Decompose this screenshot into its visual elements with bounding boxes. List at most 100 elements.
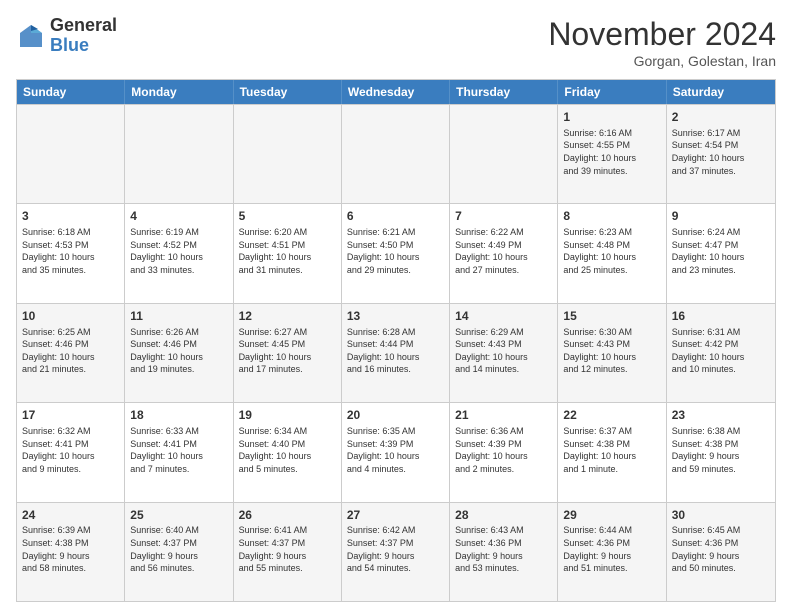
day-info-line: and 27 minutes. <box>455 264 552 277</box>
day-info-line: and 9 minutes. <box>22 463 119 476</box>
calendar-cell: 21Sunrise: 6:36 AMSunset: 4:39 PMDayligh… <box>450 403 558 501</box>
logo-icon <box>16 21 46 51</box>
day-info-line: Sunset: 4:54 PM <box>672 139 770 152</box>
day-info-line: Sunset: 4:41 PM <box>130 438 227 451</box>
calendar-cell: 10Sunrise: 6:25 AMSunset: 4:46 PMDayligh… <box>17 304 125 402</box>
day-info-line: Sunrise: 6:36 AM <box>455 425 552 438</box>
day-number: 22 <box>563 407 660 424</box>
day-info-line: Sunset: 4:36 PM <box>672 537 770 550</box>
day-info-line: and 10 minutes. <box>672 363 770 376</box>
day-info-line: Sunrise: 6:38 AM <box>672 425 770 438</box>
day-info-line: Daylight: 10 hours <box>347 251 444 264</box>
calendar-cell: 18Sunrise: 6:33 AMSunset: 4:41 PMDayligh… <box>125 403 233 501</box>
calendar-cell: 25Sunrise: 6:40 AMSunset: 4:37 PMDayligh… <box>125 503 233 601</box>
day-number: 8 <box>563 208 660 225</box>
day-info-line: and 1 minute. <box>563 463 660 476</box>
day-info-line: and 50 minutes. <box>672 562 770 575</box>
day-info-line: Daylight: 10 hours <box>22 351 119 364</box>
day-info-line: and 16 minutes. <box>347 363 444 376</box>
day-info-line: Sunrise: 6:22 AM <box>455 226 552 239</box>
calendar-cell: 6Sunrise: 6:21 AMSunset: 4:50 PMDaylight… <box>342 204 450 302</box>
day-info-line: Sunrise: 6:17 AM <box>672 127 770 140</box>
calendar-cell: 15Sunrise: 6:30 AMSunset: 4:43 PMDayligh… <box>558 304 666 402</box>
day-number: 11 <box>130 308 227 325</box>
day-number: 13 <box>347 308 444 325</box>
day-number: 12 <box>239 308 336 325</box>
day-info-line: Sunrise: 6:35 AM <box>347 425 444 438</box>
day-info-line: Daylight: 10 hours <box>455 450 552 463</box>
day-info-line: Sunset: 4:51 PM <box>239 239 336 252</box>
day-info-line: Sunrise: 6:37 AM <box>563 425 660 438</box>
calendar-row-1: 1Sunrise: 6:16 AMSunset: 4:55 PMDaylight… <box>17 104 775 203</box>
calendar-body: 1Sunrise: 6:16 AMSunset: 4:55 PMDaylight… <box>17 104 775 601</box>
day-info-line: Sunrise: 6:39 AM <box>22 524 119 537</box>
day-info-line: Sunset: 4:43 PM <box>455 338 552 351</box>
day-info-line: Sunset: 4:37 PM <box>130 537 227 550</box>
day-info-line: and 4 minutes. <box>347 463 444 476</box>
day-info-line: Sunset: 4:39 PM <box>347 438 444 451</box>
month-title: November 2024 <box>548 16 776 53</box>
header: General Blue November 2024 Gorgan, Goles… <box>16 16 776 69</box>
day-info-line: Sunrise: 6:18 AM <box>22 226 119 239</box>
calendar-cell: 11Sunrise: 6:26 AMSunset: 4:46 PMDayligh… <box>125 304 233 402</box>
day-info-line: Sunset: 4:47 PM <box>672 239 770 252</box>
day-info-line: Sunset: 4:44 PM <box>347 338 444 351</box>
calendar-cell: 22Sunrise: 6:37 AMSunset: 4:38 PMDayligh… <box>558 403 666 501</box>
day-info-line: Daylight: 10 hours <box>347 351 444 364</box>
day-info-line: and 37 minutes. <box>672 165 770 178</box>
day-info-line: Sunset: 4:45 PM <box>239 338 336 351</box>
logo: General Blue <box>16 16 117 56</box>
day-number: 27 <box>347 507 444 524</box>
calendar-cell <box>234 105 342 203</box>
day-info-line: Sunrise: 6:40 AM <box>130 524 227 537</box>
day-number: 29 <box>563 507 660 524</box>
day-info-line: and 25 minutes. <box>563 264 660 277</box>
day-info-line: and 39 minutes. <box>563 165 660 178</box>
day-info-line: Daylight: 10 hours <box>239 450 336 463</box>
day-info-line: Sunrise: 6:30 AM <box>563 326 660 339</box>
weekday-header-sunday: Sunday <box>17 80 125 104</box>
day-info-line: and 23 minutes. <box>672 264 770 277</box>
calendar-cell: 28Sunrise: 6:43 AMSunset: 4:36 PMDayligh… <box>450 503 558 601</box>
calendar-cell <box>17 105 125 203</box>
day-info-line: Sunrise: 6:28 AM <box>347 326 444 339</box>
day-info-line: Daylight: 10 hours <box>455 351 552 364</box>
day-info-line: and 58 minutes. <box>22 562 119 575</box>
day-number: 10 <box>22 308 119 325</box>
title-block: November 2024 Gorgan, Golestan, Iran <box>548 16 776 69</box>
logo-general-text: General <box>50 16 117 36</box>
weekday-header-tuesday: Tuesday <box>234 80 342 104</box>
day-info-line: and 21 minutes. <box>22 363 119 376</box>
day-info-line: and 53 minutes. <box>455 562 552 575</box>
day-info-line: Daylight: 10 hours <box>347 450 444 463</box>
weekday-header-saturday: Saturday <box>667 80 775 104</box>
calendar-cell: 19Sunrise: 6:34 AMSunset: 4:40 PMDayligh… <box>234 403 342 501</box>
calendar-row-4: 17Sunrise: 6:32 AMSunset: 4:41 PMDayligh… <box>17 402 775 501</box>
day-info-line: and 14 minutes. <box>455 363 552 376</box>
day-info-line: and 17 minutes. <box>239 363 336 376</box>
day-info-line: Daylight: 9 hours <box>455 550 552 563</box>
day-info-line: Sunset: 4:39 PM <box>455 438 552 451</box>
day-info-line: Daylight: 10 hours <box>563 152 660 165</box>
day-info-line: Sunset: 4:36 PM <box>455 537 552 550</box>
day-info-line: and 33 minutes. <box>130 264 227 277</box>
day-number: 5 <box>239 208 336 225</box>
calendar-header: SundayMondayTuesdayWednesdayThursdayFrid… <box>17 80 775 104</box>
day-info-line: Sunrise: 6:34 AM <box>239 425 336 438</box>
day-info-line: Sunset: 4:37 PM <box>347 537 444 550</box>
day-number: 21 <box>455 407 552 424</box>
calendar-cell: 29Sunrise: 6:44 AMSunset: 4:36 PMDayligh… <box>558 503 666 601</box>
day-info-line: Sunset: 4:41 PM <box>22 438 119 451</box>
day-info-line: Sunset: 4:52 PM <box>130 239 227 252</box>
logo-blue-text: Blue <box>50 36 117 56</box>
day-info-line: Sunrise: 6:31 AM <box>672 326 770 339</box>
day-number: 23 <box>672 407 770 424</box>
calendar-page: General Blue November 2024 Gorgan, Goles… <box>0 0 792 612</box>
calendar-row-3: 10Sunrise: 6:25 AMSunset: 4:46 PMDayligh… <box>17 303 775 402</box>
day-number: 7 <box>455 208 552 225</box>
day-info-line: Sunrise: 6:20 AM <box>239 226 336 239</box>
day-info-line: Daylight: 9 hours <box>239 550 336 563</box>
day-info-line: Sunrise: 6:25 AM <box>22 326 119 339</box>
calendar-cell: 23Sunrise: 6:38 AMSunset: 4:38 PMDayligh… <box>667 403 775 501</box>
day-number: 26 <box>239 507 336 524</box>
